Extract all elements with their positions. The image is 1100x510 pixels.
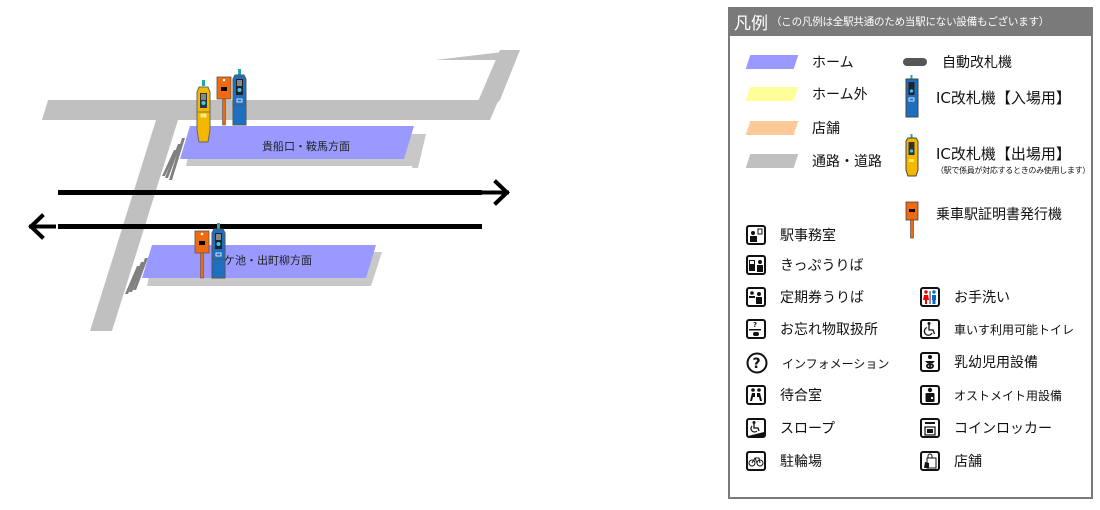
legend-item-information: ? インフォメーション bbox=[746, 352, 889, 374]
platform-label-lower: 宝ケ池・出町柳方面 bbox=[213, 253, 312, 267]
legend-label: スロープ bbox=[780, 421, 836, 437]
shop-icon bbox=[920, 451, 940, 471]
legend-label: IC改札機【入場用】 bbox=[936, 88, 1071, 107]
commuter-pass-counter-icon bbox=[746, 287, 766, 307]
svg-text:?: ? bbox=[753, 356, 761, 372]
ic-gate-entry bbox=[232, 69, 247, 126]
wheelchair-toilet-icon bbox=[920, 319, 940, 339]
information-icon: ? bbox=[746, 352, 768, 374]
outside-platform-swatch bbox=[745, 87, 799, 101]
waiting-room-icon bbox=[746, 385, 766, 405]
legend-item-shop: 店舗 bbox=[920, 451, 982, 471]
track-lower bbox=[28, 213, 482, 240]
legend-label: お手洗い bbox=[954, 290, 1010, 306]
station-office-icon bbox=[746, 225, 766, 245]
arrow-left-icon bbox=[28, 213, 56, 240]
legend-item-waiting-room: 待合室 bbox=[746, 385, 822, 405]
legend-label: 店舗 bbox=[954, 454, 982, 470]
legend-item-lost-found: ? お忘れ物取扱所 bbox=[746, 319, 878, 339]
legend-label: 自動改札機 bbox=[942, 55, 1012, 71]
arrow-right-icon bbox=[482, 179, 510, 206]
legend-item-restroom: お手洗い bbox=[920, 287, 1010, 307]
slope-icon bbox=[746, 418, 766, 438]
baby-facility-icon bbox=[920, 352, 940, 372]
road-main bbox=[42, 100, 470, 120]
legend-item-ic-gate-entry: IC改札機【入場用】 bbox=[905, 75, 1071, 119]
restroom-icon bbox=[920, 287, 940, 307]
ticket-counter-icon bbox=[746, 255, 766, 275]
legend-item-automatic-gate: 自動改札機 bbox=[902, 52, 1012, 72]
legend-label: 定期券うりば bbox=[780, 290, 864, 306]
ic-gate-entry bbox=[211, 223, 226, 279]
boarding-certificate-machine-icon bbox=[905, 201, 919, 239]
legend-label: オストメイト用設備 bbox=[954, 388, 1063, 403]
legend-item-bicycle-parking: 駐輪場 bbox=[746, 451, 822, 471]
legend-item-platform: ホーム bbox=[740, 52, 854, 72]
platform-label-upper: 貴船口・鞍馬方面 bbox=[262, 139, 350, 153]
legend-item-baby-facility: 乳幼児用設備 bbox=[920, 352, 1038, 372]
automatic-gate-icon bbox=[903, 58, 927, 66]
ic-gate-exit-icon bbox=[905, 134, 919, 177]
legend-item-coin-locker: コインロッカー bbox=[920, 418, 1052, 438]
legend-label: きっぷうりば bbox=[780, 258, 864, 274]
platform-lower: 宝ケ池・出町柳方面 bbox=[125, 245, 382, 294]
svg-text:?: ? bbox=[753, 321, 757, 329]
legend-label: 通路・道路 bbox=[812, 154, 882, 170]
legend-label: 駐輪場 bbox=[780, 454, 822, 470]
legend-item-ostomate: オストメイト用設備 bbox=[920, 385, 1062, 405]
legend-subtitle: （この凡例は全駅共通のため当駅にない設備もございます） bbox=[771, 16, 1050, 28]
legend-item-certificate-machine: 乗車駅証明書発行機 bbox=[905, 201, 1062, 239]
legend-label: 乗車駅証明書発行機 bbox=[936, 207, 1062, 223]
lost-and-found-icon: ? bbox=[746, 319, 766, 339]
legend-title: 凡例 bbox=[734, 14, 768, 34]
road-upper-right bbox=[470, 50, 520, 120]
legend-item-station-office: 駅事務室 bbox=[746, 225, 836, 245]
legend-label: 待合室 bbox=[780, 388, 822, 404]
legend-item-ic-gate-exit: IC改札機【出場用】 （駅で係員が対応するときのみ使用します） bbox=[905, 134, 1090, 178]
ic-gate-entry-icon bbox=[905, 75, 919, 118]
legend-label: 店舗 bbox=[812, 121, 840, 137]
legend-item-slope: スロープ bbox=[746, 418, 835, 438]
legend-item-outside-platform: ホーム外 bbox=[740, 84, 868, 104]
coin-locker-icon bbox=[920, 418, 940, 438]
station-diagram: 貴船口・鞍馬方面 宝ケ池・出町柳方面 bbox=[28, 50, 520, 331]
legend-label: IC改札機【出場用】 bbox=[936, 145, 1071, 163]
bicycle-parking-icon bbox=[746, 451, 766, 471]
legend-item-ticket-counter: きっぷうりば bbox=[746, 255, 863, 275]
legend-item-passage: 通路・道路 bbox=[740, 151, 882, 171]
legend-label: お忘れ物取扱所 bbox=[780, 322, 878, 338]
legend-label: 駅事務室 bbox=[780, 228, 836, 244]
ostomate-icon bbox=[920, 385, 940, 405]
shop-swatch bbox=[745, 121, 799, 135]
ic-gate-exit bbox=[196, 80, 211, 143]
legend-label: コインロッカー bbox=[954, 421, 1052, 437]
track-upper bbox=[58, 179, 510, 206]
legend-note: （駅で係員が対応するときのみ使用します） bbox=[936, 166, 1090, 175]
legend-item-shop-area: 店舗 bbox=[740, 118, 840, 138]
legend-item-commuter-pass: 定期券うりば bbox=[746, 287, 864, 307]
legend-label: 乳幼児用設備 bbox=[954, 355, 1038, 371]
legend-header: 凡例 （この凡例は全駅共通のため当駅にない設備もございます） bbox=[728, 7, 1093, 36]
legend-panel: 凡例 （この凡例は全駅共通のため当駅にない設備もございます） ホーム ホーム外 … bbox=[728, 7, 1093, 499]
legend-label: 車いす利用可能トイレ bbox=[954, 322, 1075, 337]
legend-item-wheelchair-toilet: 車いす利用可能トイレ bbox=[920, 319, 1074, 339]
legend-label: インフォメーション bbox=[782, 356, 890, 371]
passage-swatch bbox=[745, 154, 799, 168]
platform-swatch bbox=[745, 55, 799, 69]
legend-label: ホーム外 bbox=[812, 87, 868, 103]
legend-label: ホーム bbox=[812, 55, 854, 71]
